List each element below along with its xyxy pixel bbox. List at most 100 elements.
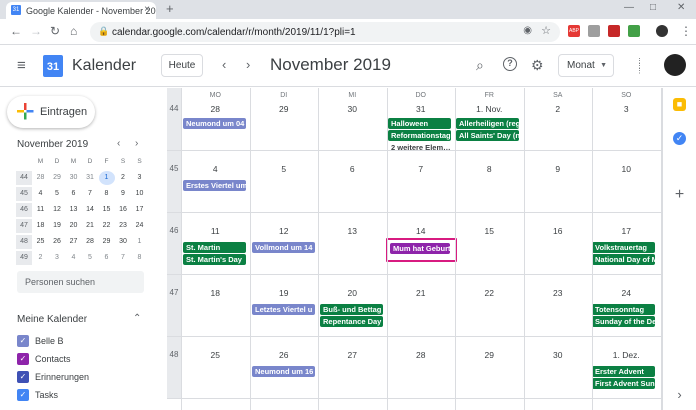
mini-day[interactable]: 12 <box>49 203 65 217</box>
event-chip[interactable]: Neumond um 04 <box>183 118 246 129</box>
extension-icon[interactable] <box>628 25 640 37</box>
day-number[interactable]: 12 <box>250 226 319 236</box>
mini-day[interactable]: 30 <box>66 171 82 185</box>
mini-day[interactable]: 29 <box>99 235 115 249</box>
day-number[interactable]: 28 <box>181 104 250 114</box>
next-month-icon[interactable]: › <box>246 57 250 72</box>
day-number[interactable]: 31 <box>387 104 456 114</box>
mini-day[interactable]: 28 <box>82 235 98 249</box>
mini-day[interactable]: 15 <box>99 203 115 217</box>
event-chip[interactable]: National Day of M <box>592 254 655 265</box>
day-number[interactable]: 3 <box>592 104 661 114</box>
day-number[interactable]: 20 <box>318 288 387 298</box>
day-number[interactable]: 15 <box>455 226 524 236</box>
more-events-link[interactable]: 2 weitere Elem… <box>388 142 451 153</box>
browser-menu-icon[interactable]: ⋮ <box>680 24 692 38</box>
keep-icon[interactable]: ■ <box>673 98 686 111</box>
mini-day[interactable]: 5 <box>49 187 65 201</box>
event-chip[interactable]: Volkstrauertag <box>592 242 655 253</box>
event-chip[interactable]: Erstes Viertel um <box>183 180 246 191</box>
day-number[interactable]: 14 <box>387 226 456 236</box>
day-number[interactable]: 17 <box>592 226 661 236</box>
day-number[interactable]: 8 <box>455 164 524 174</box>
extension-icon[interactable] <box>588 25 600 37</box>
mini-day[interactable]: 3 <box>132 171 148 185</box>
event-chip[interactable]: Reformationstag <box>388 130 451 141</box>
tasks-icon[interactable]: ✓ <box>673 132 686 145</box>
day-number[interactable]: 27 <box>318 350 387 360</box>
browser-tab[interactable]: 31 Google Kalender - November 20 × <box>6 2 156 19</box>
event-chip[interactable]: Allerheiligen (reg <box>456 118 519 129</box>
window-close-icon[interactable]: ✕ <box>677 2 685 13</box>
day-number[interactable]: 16 <box>524 226 593 236</box>
day-number[interactable]: 11 <box>181 226 250 236</box>
day-number[interactable]: 26 <box>250 350 319 360</box>
checkbox-checked-icon[interactable]: ✓ <box>17 335 29 347</box>
day-number[interactable]: 24 <box>592 288 661 298</box>
event-chip[interactable]: Halloween <box>388 118 451 129</box>
day-number[interactable]: 28 <box>387 350 456 360</box>
settings-gear-icon[interactable]: ⚙ <box>531 57 544 74</box>
mini-week-number[interactable]: 46 <box>16 203 32 217</box>
star-icon[interactable]: ☆ <box>541 24 551 37</box>
mini-day[interactable]: 8 <box>132 251 148 265</box>
mini-day[interactable]: 8 <box>99 187 115 201</box>
tab-close-icon[interactable]: × <box>144 4 150 15</box>
mini-week-number[interactable]: 49 <box>16 251 32 265</box>
mini-day[interactable]: 3 <box>49 251 65 265</box>
search-icon[interactable]: ⌕ <box>476 57 484 74</box>
mini-day[interactable]: 16 <box>115 203 131 217</box>
event-chip[interactable]: Totensonntag <box>592 304 655 315</box>
profile-icon[interactable] <box>656 25 668 37</box>
address-bar[interactable]: 🔒 calendar.google.com/calendar/r/month/2… <box>90 22 560 42</box>
mini-day[interactable]: 20 <box>66 219 82 233</box>
day-number[interactable]: 7 <box>387 164 456 174</box>
event-chip[interactable]: St. Martin's Day <box>183 254 246 265</box>
mini-day[interactable]: 1 <box>98 171 115 185</box>
reload-icon[interactable]: ↻ <box>50 24 60 38</box>
mini-day[interactable]: 14 <box>82 203 98 217</box>
main-menu-icon[interactable]: ≡ <box>17 58 26 73</box>
extension-icon[interactable] <box>608 25 620 37</box>
day-number[interactable]: 1. Dez. <box>592 350 661 360</box>
event-chip[interactable]: Letztes Viertel u <box>252 304 315 315</box>
maximize-icon[interactable]: □ <box>650 2 656 13</box>
mini-week-number[interactable]: 44 <box>16 171 32 185</box>
home-icon[interactable]: ⌂ <box>70 24 77 38</box>
apps-grid-icon[interactable]: ⋮⋮⋮ <box>636 58 648 75</box>
mini-day[interactable]: 1 <box>132 235 148 249</box>
mini-day[interactable]: 10 <box>132 187 148 201</box>
mini-next-icon[interactable]: › <box>135 138 138 149</box>
forward-icon[interactable]: → <box>30 24 42 38</box>
day-number[interactable]: 2 <box>524 104 593 114</box>
mini-day[interactable]: 4 <box>66 251 82 265</box>
day-number[interactable]: 29 <box>250 104 319 114</box>
day-number[interactable]: 21 <box>387 288 456 298</box>
day-number[interactable]: 13 <box>318 226 387 236</box>
day-number[interactable]: 23 <box>524 288 593 298</box>
day-number[interactable]: 22 <box>455 288 524 298</box>
event-chip[interactable]: Sunday of the De <box>592 316 655 327</box>
event-chip[interactable]: Buß- und Bettag <box>320 304 383 315</box>
today-button[interactable]: Heute <box>161 54 203 77</box>
mini-day[interactable]: 23 <box>115 219 131 233</box>
week-number[interactable]: 46 <box>167 212 181 274</box>
mini-week-number[interactable]: 45 <box>16 187 32 201</box>
my-calendars-title[interactable]: Meine Kalender <box>17 314 87 325</box>
mini-day[interactable]: 18 <box>33 219 49 233</box>
event-chip[interactable]: Neumond um 16 <box>252 366 315 377</box>
minimize-icon[interactable]: — <box>624 2 634 13</box>
mini-day[interactable]: 31 <box>82 171 98 185</box>
mini-day[interactable]: 28 <box>33 171 49 185</box>
mini-day[interactable]: 9 <box>115 187 131 201</box>
previous-month-icon[interactable]: ‹ <box>222 57 226 72</box>
expand-panel-icon[interactable]: › <box>673 388 686 401</box>
mini-day[interactable]: 2 <box>33 251 49 265</box>
day-number[interactable]: 6 <box>318 164 387 174</box>
mini-day[interactable]: 26 <box>49 235 65 249</box>
view-selector[interactable]: Monat ▼ <box>558 54 614 77</box>
day-number[interactable]: 18 <box>181 288 250 298</box>
week-number[interactable]: 45 <box>167 150 181 212</box>
day-number[interactable]: 29 <box>455 350 524 360</box>
mini-day[interactable]: 5 <box>82 251 98 265</box>
